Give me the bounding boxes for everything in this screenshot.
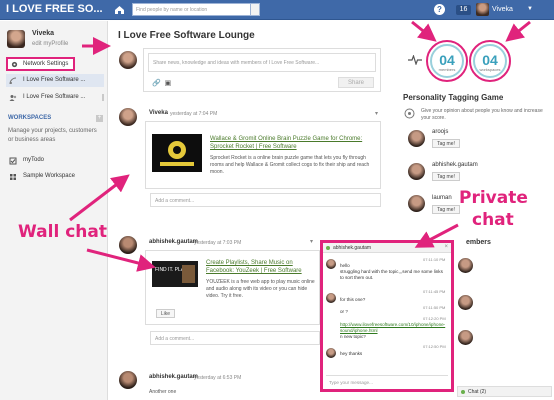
arrow-wall-post — [69, 174, 130, 222]
annotation-wall-chat: Wall chat — [18, 222, 107, 242]
annotation-private: Private — [459, 188, 528, 208]
app-window: I LOVE FREE SO... Find people by name or… — [0, 0, 554, 400]
annotation-chat: chat — [472, 210, 514, 230]
arrow-workspaces — [505, 20, 531, 42]
arrow-private-chat — [414, 223, 459, 248]
arrow-members — [411, 20, 437, 42]
arrow-wall-post-2 — [86, 248, 156, 272]
